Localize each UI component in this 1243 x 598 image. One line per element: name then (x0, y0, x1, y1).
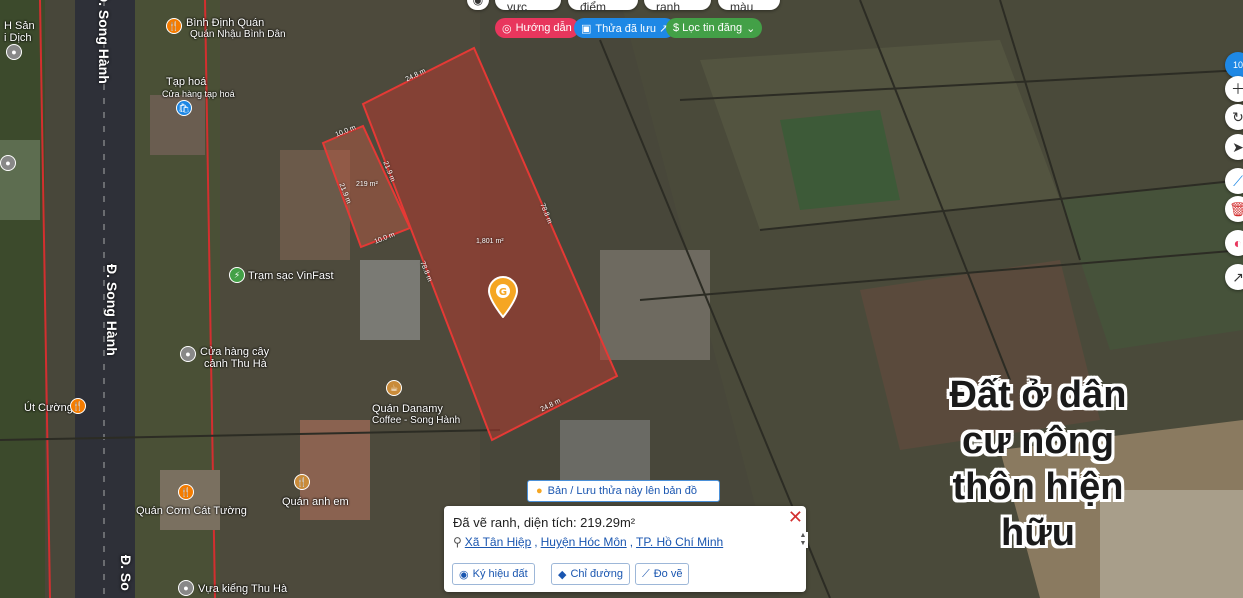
dim-big-area: 1,801 m² (476, 238, 504, 245)
poi-cay-canh-sub: cảnh Thu Hà (204, 358, 267, 370)
food-icon[interactable]: 🍴 (70, 398, 86, 414)
poi-quan-anh-em[interactable]: Quán anh em (282, 496, 349, 508)
location-icon: ◉ (472, 0, 484, 7)
road-label-middle: Đ. Song Hành (104, 264, 120, 356)
coffee-icon[interactable]: ☕ (386, 380, 402, 396)
road-label-top: Đ. Song Hành (96, 0, 112, 84)
location-pin-icon: ⚲ (453, 535, 462, 549)
poi-vua-kieng[interactable]: Vựa kiểng Thu Hà (198, 583, 287, 595)
district-link[interactable]: Huyện Hóc Môn (541, 535, 627, 549)
poi-tap-hoa-sub: Cửa hàng tạp hoá (162, 89, 235, 99)
poi-binh-dinh-sub: Quán Nhậu Bình Dân (190, 29, 286, 40)
dim-small-area: 219 m² (356, 181, 378, 188)
store-icon[interactable]: ● (180, 346, 196, 362)
city-link[interactable]: TP. Hồ Chí Minh (636, 535, 723, 549)
food-icon-2[interactable]: 🍴 (294, 474, 310, 490)
poi-danamy[interactable]: Quán Danamy (372, 403, 443, 415)
chip-to-mau[interactable]: Tô màu (718, 0, 780, 14)
poi-com-cat-tuong[interactable]: Quán Cơm Cát Tường (136, 505, 247, 517)
save-parcel-bar[interactable]: ● Bản / Lưu thửa này lên bản đồ (527, 480, 720, 502)
chevron-down-icon: ⌄ (746, 22, 756, 35)
directions-pill[interactable]: ◎ Hướng dẫn (495, 18, 579, 38)
directions-button[interactable]: ◆ Chỉ đường (551, 563, 630, 585)
poi-han-san[interactable]: H Sản (4, 20, 35, 32)
place-icon[interactable]: ● (6, 44, 22, 60)
map-pin-icon[interactable]: G (487, 276, 519, 319)
filter-listings-pill[interactable]: $ Lọc tin đăng ⌄ (666, 18, 763, 38)
land-symbols-button[interactable]: ◉ Ký hiệu đất (452, 563, 535, 585)
poi-cay-canh[interactable]: Cửa hàng cây (200, 346, 269, 358)
close-icon[interactable]: ✕ (788, 507, 803, 528)
drawn-area-text: Đã vẽ ranh, diện tích: 219.29m² (453, 515, 636, 530)
parcel-info-panel: Đã vẽ ranh, diện tích: 219.29m² ✕ ⚲ Xã T… (444, 506, 806, 592)
shop-icon[interactable]: 🛍 (176, 100, 192, 116)
svg-text:G: G (499, 287, 507, 298)
pin-icon: ● (536, 485, 543, 497)
poi-tram-sac[interactable]: Trạm sạc VinFast (248, 270, 334, 282)
restaurant-icon-2[interactable]: 🍴 (178, 484, 194, 500)
chip-khu-vuc[interactable]: Khu vực (495, 0, 561, 14)
land-type-annotation: Đất ở dân cư nông thôn hiện hữu (949, 374, 1127, 554)
commune-link[interactable]: Xã Tân Hiệp (465, 535, 532, 549)
direction-icon: ◆ (558, 568, 567, 581)
poi-dich: i Dịch (4, 32, 32, 44)
target-icon: ◎ (502, 22, 512, 35)
poi-danamy-sub: Coffee - Song Hành (372, 415, 461, 426)
road-label-bottom: Đ. So (118, 555, 134, 591)
palette-small-icon: ◉ (459, 568, 469, 581)
place-icon-2[interactable]: ● (0, 155, 16, 171)
measure-button[interactable]: ⟋ Đo vẽ (635, 563, 690, 585)
saved-parcels-pill[interactable]: ▣ Thửa đã lưu ↗ (574, 18, 676, 38)
poi-ut-cuong[interactable]: Út Cường (24, 402, 73, 414)
ruler-icon: ⟋ (642, 567, 650, 580)
address-line: ⚲ Xã Tân Hiệp, Huyện Hóc Môn, TP. Hồ Chí… (453, 535, 724, 549)
restaurant-icon[interactable]: 🍴 (166, 18, 182, 34)
bookmark-icon: ▣ (581, 22, 592, 35)
poi-tap-hoa[interactable]: Tạp hoá (166, 76, 206, 88)
store-icon-2[interactable]: ● (178, 580, 194, 596)
poi-binh-dinh[interactable]: Bình Định Quán (186, 17, 264, 29)
chip-goc-ranh[interactable]: Góc ranh (644, 0, 711, 14)
panel-scrollbar[interactable]: ▲ ▼ (798, 532, 808, 548)
chip-dia-diem[interactable]: Địa điểm (568, 0, 638, 14)
charging-station-icon[interactable]: ⚡ (229, 267, 245, 283)
